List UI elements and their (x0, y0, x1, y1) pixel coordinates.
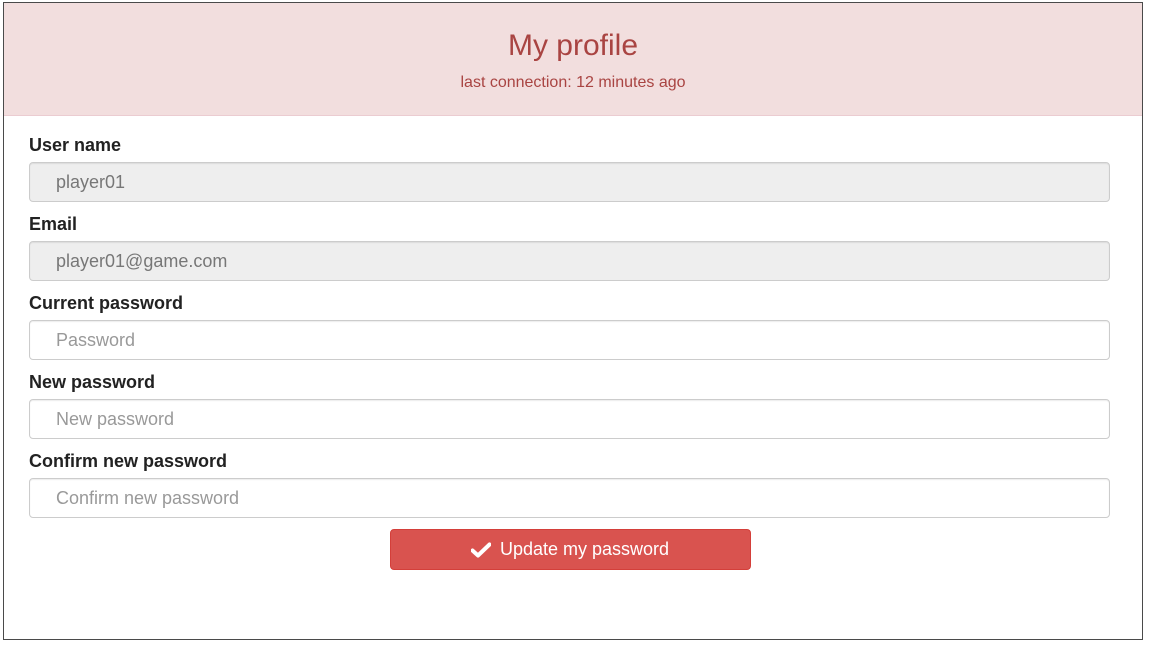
new-password-field[interactable] (29, 399, 1110, 439)
confirm-password-group: Confirm new password (29, 450, 1111, 518)
email-label: Email (29, 214, 78, 234)
confirm-password-label: Confirm new password (29, 451, 228, 471)
email-group: Email (29, 213, 1111, 281)
current-password-label: Current password (29, 293, 184, 313)
update-password-label: Update my password (499, 539, 670, 559)
new-password-label: New password (29, 372, 156, 392)
username-field[interactable] (29, 162, 1110, 202)
last-connection-text: last connection: 12 minutes ago (460, 74, 686, 91)
form-actions: Update my password (29, 529, 1111, 570)
current-password-group: Current password (29, 292, 1111, 360)
check-icon (470, 542, 491, 558)
page-title: My profile (507, 29, 639, 62)
email-field[interactable] (29, 241, 1110, 281)
username-group: User name (29, 134, 1111, 202)
panel-header: My profile last connection: 12 minutes a… (4, 3, 1142, 116)
update-password-button[interactable]: Update my password (389, 529, 751, 570)
current-password-field[interactable] (29, 320, 1110, 360)
profile-form: User name Email Current password New pas… (4, 116, 1142, 570)
confirm-password-field[interactable] (29, 478, 1110, 518)
username-label: User name (29, 135, 122, 155)
new-password-group: New password (29, 371, 1111, 439)
profile-panel: My profile last connection: 12 minutes a… (3, 2, 1143, 640)
